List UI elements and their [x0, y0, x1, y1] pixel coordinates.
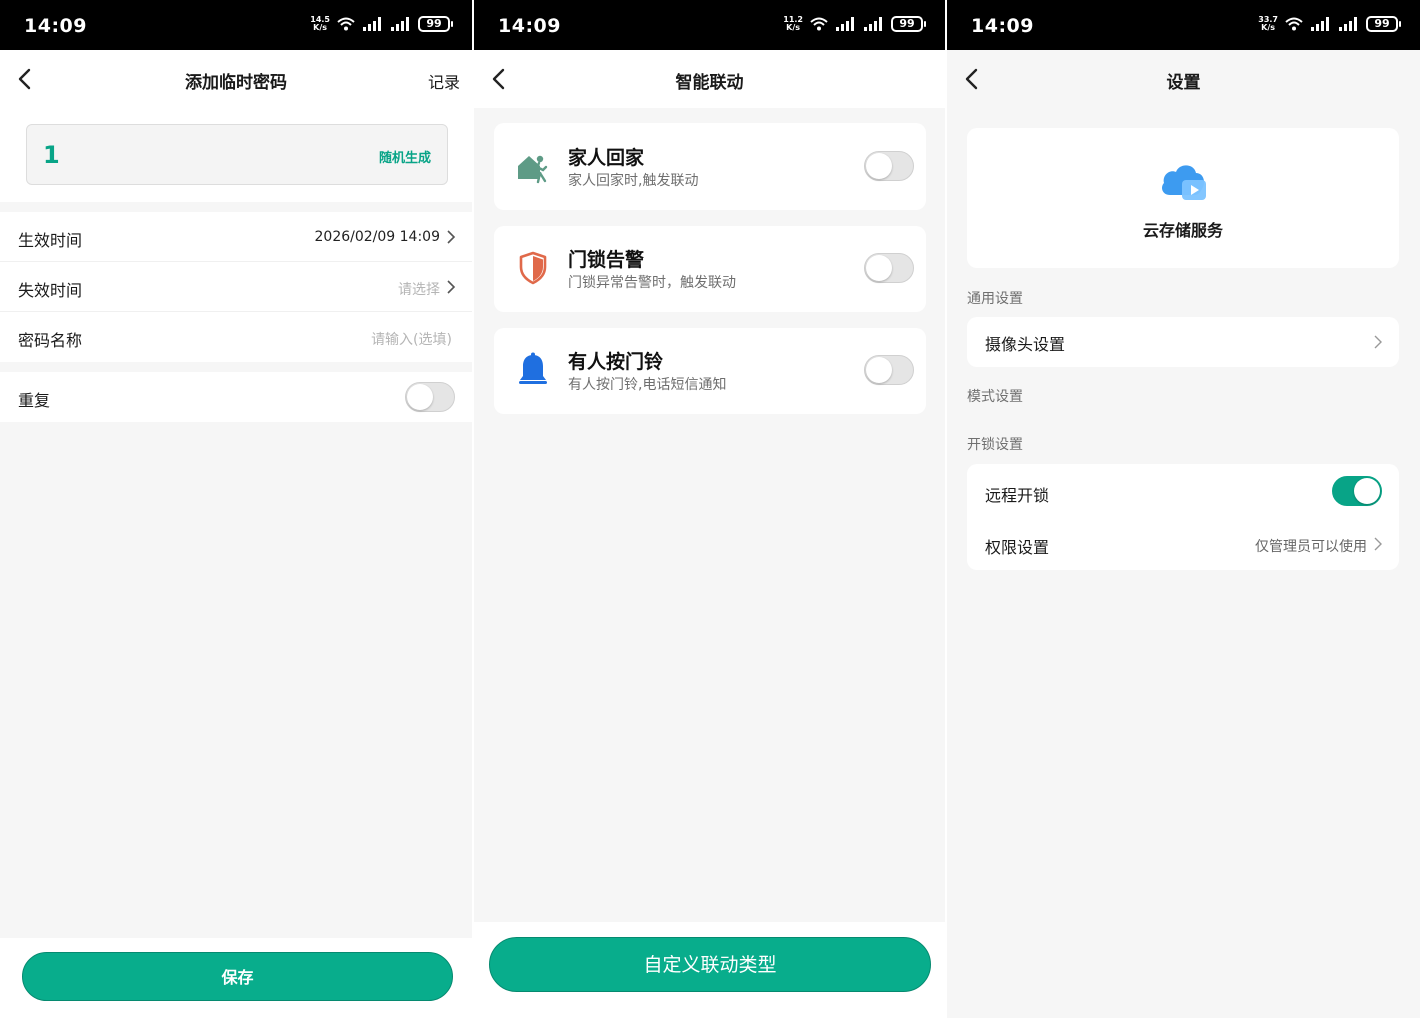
linkage-title: 家人回家 — [568, 147, 645, 169]
status-bar: 14:09 33.7 K/s 99 — [947, 0, 1420, 50]
signal-icon-2 — [864, 17, 882, 31]
chevron-right-icon — [447, 230, 456, 244]
status-time: 14:09 — [498, 15, 561, 37]
toggle-knob — [866, 357, 892, 383]
remote-unlock-row: 远程开锁 — [967, 464, 1399, 518]
permission-value: 仅管理员可以使用 — [1255, 539, 1367, 555]
person-home-icon — [518, 155, 548, 184]
cloud-video-icon — [1162, 165, 1206, 200]
doorbell-toggle[interactable] — [864, 355, 914, 385]
toggle-knob — [866, 153, 892, 179]
effective-time-label: 生效时间 — [18, 231, 83, 250]
password-name-label: 密码名称 — [18, 331, 83, 350]
expire-time-value: 请选择 — [398, 282, 440, 298]
status-icons: 33.7 K/s 99 — [1258, 15, 1401, 32]
page-title: 添加临时密码 — [185, 73, 287, 93]
repeat-toggle[interactable] — [405, 382, 455, 412]
network-speed: 33.7 K/s — [1258, 15, 1278, 32]
camera-settings-row[interactable]: 摄像头设置 — [967, 317, 1399, 367]
nav-header: 设置 — [947, 50, 1420, 108]
battery-icon: 99 — [418, 16, 453, 32]
bottom-bar: 自定义联动类型 — [474, 922, 945, 1018]
nav-header: 添加临时密码 记录 — [0, 50, 472, 108]
linkage-item-doorbell[interactable]: 有人按门铃 有人按门铃,电话短信通知 — [494, 328, 926, 414]
battery-icon: 99 — [1366, 16, 1401, 32]
record-link[interactable]: 记录 — [428, 69, 460, 93]
battery-icon: 99 — [891, 16, 926, 32]
password-value: 1 — [43, 141, 60, 169]
expire-time-row[interactable]: 失效时间 请选择 — [0, 262, 472, 312]
permission-row[interactable]: 权限设置 仅管理员可以使用 — [967, 518, 1399, 570]
signal-icon — [836, 17, 854, 31]
linkage-item-lock-alarm[interactable]: 门锁告警 门锁异常告警时，触发联动 — [494, 226, 926, 312]
shield-icon — [519, 251, 547, 285]
mode-section-label: 模式设置 — [967, 389, 1023, 405]
chevron-right-icon — [1374, 335, 1382, 349]
password-name-input[interactable]: 请输入(选填) — [371, 329, 452, 349]
linkage-item-family-home[interactable]: 家人回家 家人回家时,触发联动 — [494, 123, 926, 210]
wifi-icon — [810, 17, 828, 31]
signal-icon — [363, 17, 381, 31]
toggle-knob — [1354, 478, 1380, 504]
network-speed: 11.2 K/s — [783, 15, 803, 32]
status-icons: 14.5 K/s 99 — [310, 15, 453, 32]
cloud-service-label: 云存储服务 — [1142, 221, 1223, 240]
signal-icon-2 — [391, 17, 409, 31]
linkage-desc: 有人按门铃,电话短信通知 — [568, 377, 727, 393]
lock-alarm-toggle[interactable] — [864, 253, 914, 283]
status-bar: 14:09 11.2 K/s 99 — [474, 0, 945, 50]
password-section: 1 随机生成 — [0, 108, 472, 202]
chevron-right-icon — [447, 280, 456, 294]
linkage-desc: 门锁异常告警时，触发联动 — [568, 275, 736, 291]
general-section-label: 通用设置 — [967, 291, 1023, 307]
effective-time-value: 2026/02/09 14:09 — [314, 229, 441, 245]
smart-linkage-screen: 14:09 11.2 K/s 99 智能联动 家人回家 家人回家时,触发联动 门锁… — [474, 0, 945, 1018]
unlock-section-label: 开锁设置 — [967, 437, 1023, 453]
chevron-right-icon — [1374, 537, 1382, 551]
signal-icon — [1311, 17, 1329, 31]
temp-password-screen: 14:09 14.5 K/s 99 添加临时密码 记录 1 随机生成 生效时间 2… — [0, 0, 472, 1018]
nav-header: 智能联动 — [474, 50, 945, 108]
linkage-title: 门锁告警 — [568, 249, 645, 271]
settings-screen: 14:09 33.7 K/s 99 设置 云存储服务 通用设置 摄像头设置 模式设… — [947, 0, 1420, 1018]
time-settings-card: 生效时间 2026/02/09 14:09 失效时间 请选择 密码名称 请输入(… — [0, 212, 472, 362]
status-bar: 14:09 14.5 K/s 99 — [0, 0, 472, 50]
family-home-toggle[interactable] — [864, 151, 914, 181]
custom-linkage-button[interactable]: 自定义联动类型 — [489, 937, 931, 992]
remote-unlock-label: 远程开锁 — [985, 486, 1050, 505]
wifi-icon — [337, 17, 355, 31]
signal-icon-2 — [1339, 17, 1357, 31]
bell-icon — [519, 352, 547, 384]
network-speed: 14.5 K/s — [310, 15, 330, 32]
random-generate-button[interactable]: 随机生成 — [379, 147, 431, 166]
expire-time-label: 失效时间 — [18, 281, 83, 300]
linkage-desc: 家人回家时,触发联动 — [568, 173, 699, 189]
wifi-icon — [1285, 17, 1303, 31]
camera-settings-label: 摄像头设置 — [985, 335, 1066, 354]
repeat-row: 重复 — [0, 372, 472, 422]
status-time: 14:09 — [24, 15, 87, 37]
linkage-title: 有人按门铃 — [568, 351, 664, 373]
bottom-bar: 保存 — [0, 938, 472, 1018]
status-time: 14:09 — [971, 15, 1034, 37]
page-title: 智能联动 — [675, 73, 744, 93]
repeat-label: 重复 — [18, 391, 51, 410]
permission-label: 权限设置 — [985, 538, 1050, 557]
remote-unlock-toggle[interactable] — [1332, 476, 1382, 506]
cloud-storage-card[interactable]: 云存储服务 — [967, 128, 1399, 268]
save-button[interactable]: 保存 — [22, 952, 453, 1001]
page-title: 设置 — [1166, 73, 1201, 93]
password-input-box[interactable]: 1 随机生成 — [26, 124, 448, 185]
password-name-row[interactable]: 密码名称 请输入(选填) — [0, 312, 472, 362]
effective-time-row[interactable]: 生效时间 2026/02/09 14:09 — [0, 212, 472, 262]
toggle-knob — [866, 255, 892, 281]
status-icons: 11.2 K/s 99 — [783, 15, 926, 32]
toggle-knob — [407, 384, 433, 410]
unlock-settings-card: 远程开锁 权限设置 仅管理员可以使用 — [967, 464, 1399, 570]
